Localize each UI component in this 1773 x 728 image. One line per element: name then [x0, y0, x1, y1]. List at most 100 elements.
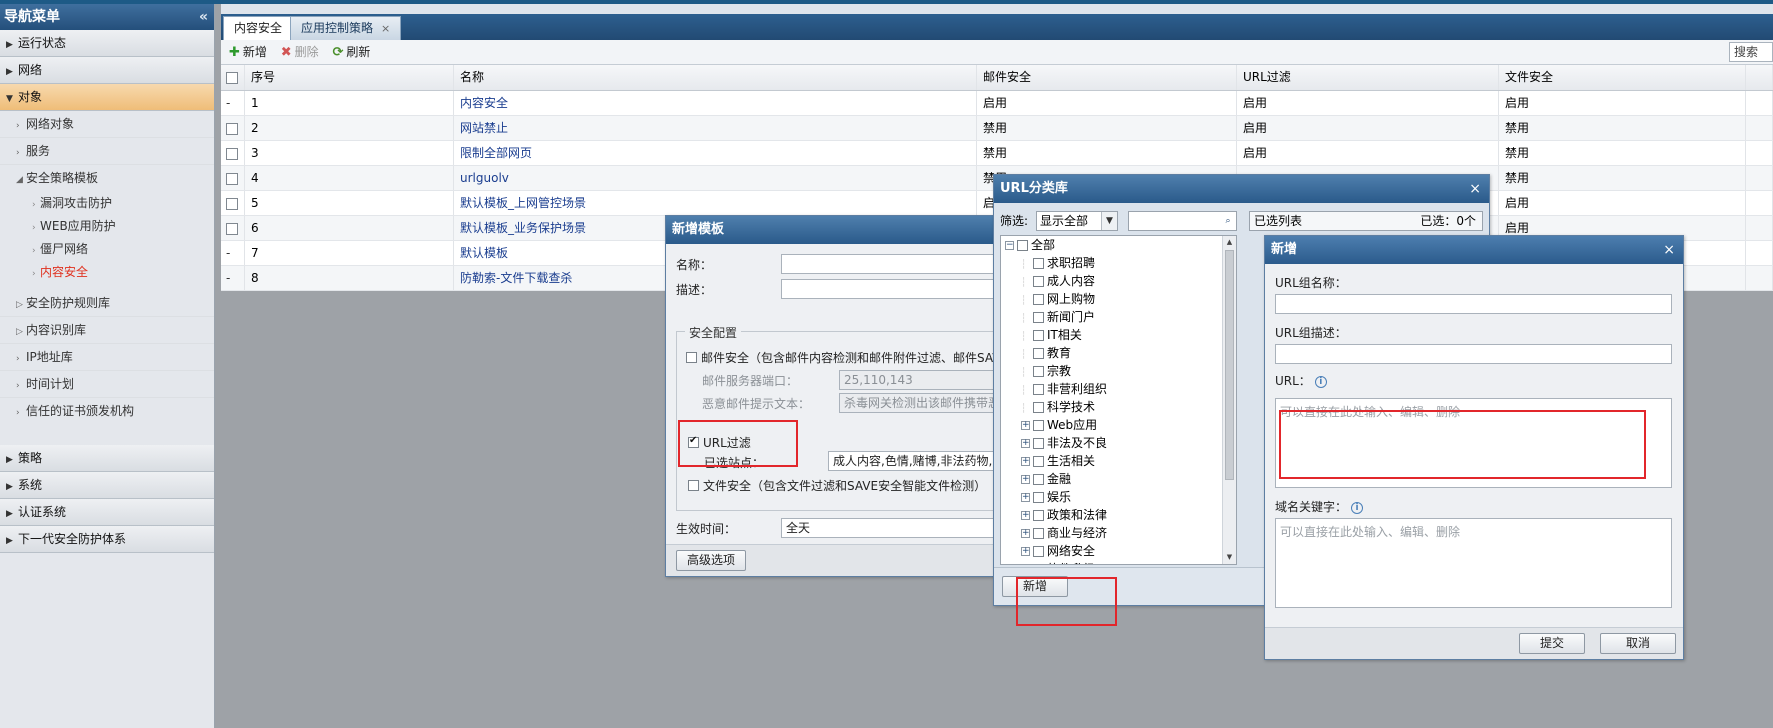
row-select-cell[interactable]: -: [221, 91, 245, 115]
collapse-icon[interactable]: −: [1005, 241, 1014, 250]
category-search-input[interactable]: ⌕: [1128, 211, 1237, 231]
row-checkbox[interactable]: [226, 147, 238, 160]
select-all-checkbox[interactable]: [226, 71, 238, 84]
expand-icon[interactable]: +: [1021, 493, 1030, 502]
advanced-options-button[interactable]: 高级选项: [676, 550, 747, 571]
expand-icon[interactable]: +: [1021, 511, 1030, 520]
info-icon[interactable]: i: [1314, 375, 1327, 388]
tree-checkbox[interactable]: [1033, 366, 1044, 377]
column-header[interactable]: 名称: [454, 65, 977, 90]
row-checkbox[interactable]: [226, 122, 238, 135]
tree-checkbox[interactable]: [1033, 420, 1044, 431]
row-name-text[interactable]: 内容安全: [460, 96, 508, 110]
sidebar-sub-ip-db[interactable]: › IP地址库: [0, 344, 214, 371]
sidebar-sub-network-objects[interactable]: › 网络对象: [0, 111, 214, 138]
refresh-button[interactable]: ⟳ 刷新: [333, 40, 371, 65]
mail-security-checkbox[interactable]: [686, 352, 697, 363]
row-checkbox[interactable]: [226, 172, 238, 185]
close-icon[interactable]: ×: [1663, 236, 1675, 264]
tree-checkbox[interactable]: [1033, 384, 1044, 395]
select-all-cell[interactable]: [221, 65, 245, 90]
tree-checkbox[interactable]: [1033, 294, 1044, 305]
tree-checkbox[interactable]: [1033, 402, 1044, 413]
row-name-text[interactable]: 默认模板_上网管控场景: [460, 196, 586, 210]
row-name[interactable]: 限制全部网页: [454, 141, 977, 165]
tree-checkbox[interactable]: [1033, 258, 1044, 269]
url-filter-checkbox[interactable]: [688, 435, 699, 448]
search-icon[interactable]: ⌕: [1220, 212, 1236, 230]
file-security-checkbox[interactable]: [688, 480, 699, 491]
row-select-cell[interactable]: -: [221, 266, 245, 290]
sidebar-item-objects[interactable]: ▼ 对象: [0, 84, 214, 111]
tree-checkbox[interactable]: [1033, 330, 1044, 341]
sidebar-sub2-exploit[interactable]: › 漏洞攻击防护: [0, 192, 214, 215]
tree-item[interactable]: ┆ IT相关: [1001, 326, 1236, 344]
effective-time-select[interactable]: 全天: [781, 518, 1011, 538]
column-header[interactable]: 序号: [245, 65, 454, 90]
tree-checkbox[interactable]: [1033, 564, 1044, 565]
close-icon[interactable]: ×: [1469, 175, 1481, 203]
tree-item[interactable]: ┆ 求职招聘: [1001, 254, 1236, 272]
row-checkbox[interactable]: [226, 197, 238, 210]
sidebar-sub-policy-templates[interactable]: ◢ 安全策略模板: [0, 165, 214, 192]
sidebar-sub-content-id[interactable]: ▷ 内容识别库: [0, 317, 214, 344]
mail-port-field[interactable]: 25,110,143: [839, 370, 1009, 390]
tree-item[interactable]: + 金融: [1001, 470, 1236, 488]
tree-item[interactable]: ┆ 网上购物: [1001, 290, 1236, 308]
tree-item[interactable]: ┆ 教育: [1001, 344, 1236, 362]
expand-icon[interactable]: +: [1021, 421, 1030, 430]
collapse-sidebar-icon[interactable]: «: [199, 4, 208, 30]
tree-item[interactable]: + Web应用: [1001, 416, 1236, 434]
sidebar-sub2-botnet[interactable]: › 僵尸网络: [0, 238, 214, 261]
row-name[interactable]: 默认模板_上网管控场景: [454, 191, 977, 215]
sidebar-item-network[interactable]: ▶ 网络: [0, 57, 214, 84]
file-security-option[interactable]: 文件安全（包含文件过滤和SAVE安全智能文件检测）: [688, 477, 986, 494]
delete-button[interactable]: ✖ 删除: [281, 40, 319, 65]
row-select-cell[interactable]: [221, 116, 245, 140]
row-select-cell[interactable]: -: [221, 241, 245, 265]
sidebar-item-auth[interactable]: ▶ 认证系统: [0, 499, 214, 526]
url-textarea[interactable]: 可以直接在此处输入、编辑、删除: [1275, 398, 1672, 488]
tree-item[interactable]: ┆ 宗教: [1001, 362, 1236, 380]
name-field[interactable]: [781, 254, 1011, 274]
scroll-down-icon[interactable]: ▼: [1223, 551, 1236, 564]
tree-item[interactable]: + 商业与经济: [1001, 524, 1236, 542]
column-header[interactable]: URL过滤: [1237, 65, 1499, 90]
submit-button[interactable]: 提交: [1519, 633, 1585, 654]
tree-item[interactable]: ┆ 非营利组织: [1001, 380, 1236, 398]
tree-item[interactable]: − 全部: [1001, 236, 1236, 254]
mail-text-field[interactable]: 杀毒网关检测出该邮件携带恶: [839, 393, 1009, 413]
row-name-text[interactable]: 限制全部网页: [460, 146, 532, 160]
scroll-thumb[interactable]: [1225, 250, 1234, 480]
expand-icon[interactable]: +: [1021, 529, 1030, 538]
expand-icon[interactable]: +: [1021, 475, 1030, 484]
tree-item[interactable]: ┆ 成人内容: [1001, 272, 1236, 290]
sidebar-sub2-content-security[interactable]: › 内容安全: [0, 261, 214, 284]
row-name-text[interactable]: 默认模板_业务保护场景: [460, 221, 586, 235]
tree-checkbox[interactable]: [1033, 492, 1044, 503]
tree-checkbox[interactable]: [1017, 240, 1028, 251]
sidebar-sub-trusted-ca[interactable]: › 信任的证书颁发机构: [0, 398, 214, 425]
sidebar-item-status[interactable]: ▶ 运行状态: [0, 30, 214, 57]
sidebar-sub-schedule[interactable]: › 时间计划: [0, 371, 214, 398]
sidebar-item-policy[interactable]: ▶ 策略: [0, 445, 214, 472]
search-input[interactable]: 搜索: [1729, 42, 1773, 62]
table-row[interactable]: 3 限制全部网页 禁用 启用 禁用: [221, 141, 1773, 166]
tree-item[interactable]: + 政策和法律: [1001, 506, 1236, 524]
row-select-cell[interactable]: [221, 141, 245, 165]
expand-icon[interactable]: +: [1021, 439, 1030, 448]
row-name[interactable]: 内容安全: [454, 91, 977, 115]
tree-item[interactable]: + 娱乐: [1001, 488, 1236, 506]
tree-checkbox[interactable]: [1033, 546, 1044, 557]
scroll-up-icon[interactable]: ▲: [1223, 236, 1236, 249]
tree-item[interactable]: + 网络安全: [1001, 542, 1236, 560]
cancel-button[interactable]: 取消: [1600, 633, 1676, 654]
tree-checkbox[interactable]: [1033, 528, 1044, 539]
row-checkbox[interactable]: [226, 222, 238, 235]
tree-checkbox[interactable]: [1033, 474, 1044, 485]
desc-field[interactable]: [781, 279, 1011, 299]
tree-checkbox[interactable]: [1033, 312, 1044, 323]
close-tab-icon[interactable]: ×: [381, 22, 390, 35]
tree-checkbox[interactable]: [1033, 438, 1044, 449]
sidebar-sub-services[interactable]: › 服务: [0, 138, 214, 165]
